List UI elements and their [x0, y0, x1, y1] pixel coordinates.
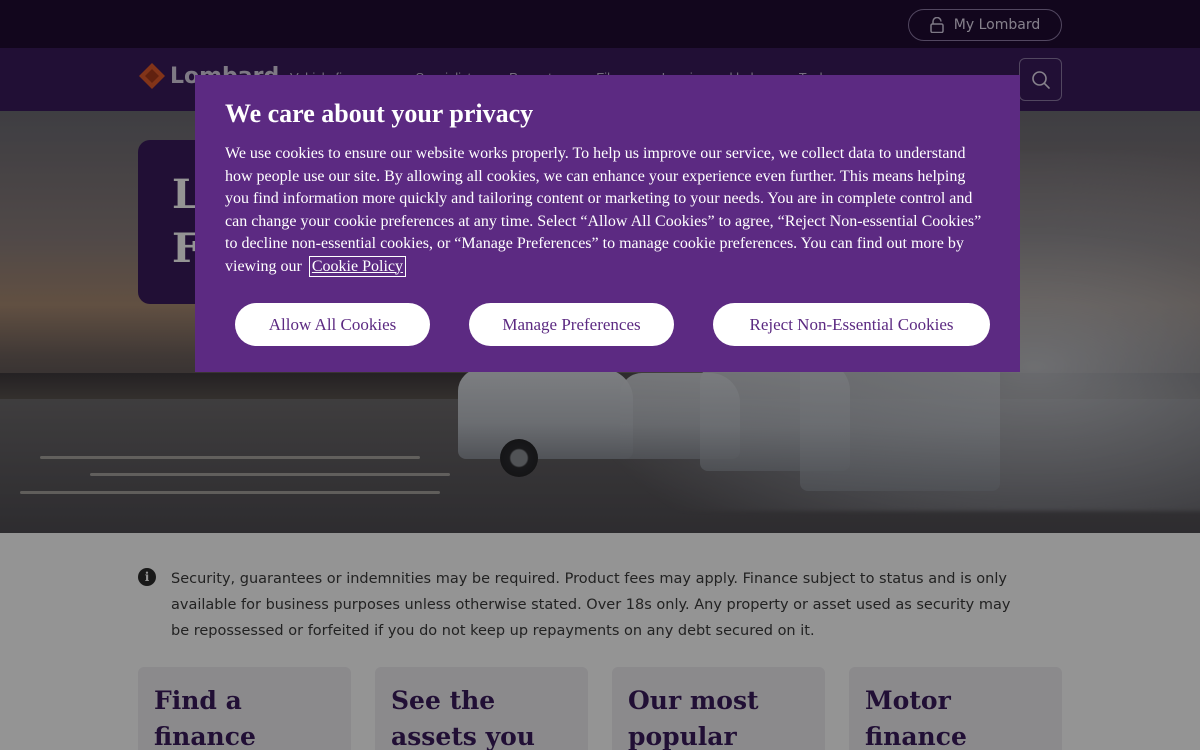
- cookie-body: We use cookies to ensure our website wor…: [225, 143, 990, 278]
- cookie-consent-dialog: We care about your privacy We use cookie…: [195, 75, 1020, 372]
- cookie-policy-link[interactable]: Cookie Policy: [308, 255, 406, 277]
- cookie-title: We care about your privacy: [225, 99, 534, 128]
- reject-non-essential-cookies-button[interactable]: Reject Non-Essential Cookies: [713, 303, 990, 346]
- allow-all-cookies-button[interactable]: Allow All Cookies: [235, 303, 430, 346]
- manage-preferences-button[interactable]: Manage Preferences: [469, 303, 674, 346]
- cookie-body-text: We use cookies to ensure our website wor…: [225, 145, 982, 275]
